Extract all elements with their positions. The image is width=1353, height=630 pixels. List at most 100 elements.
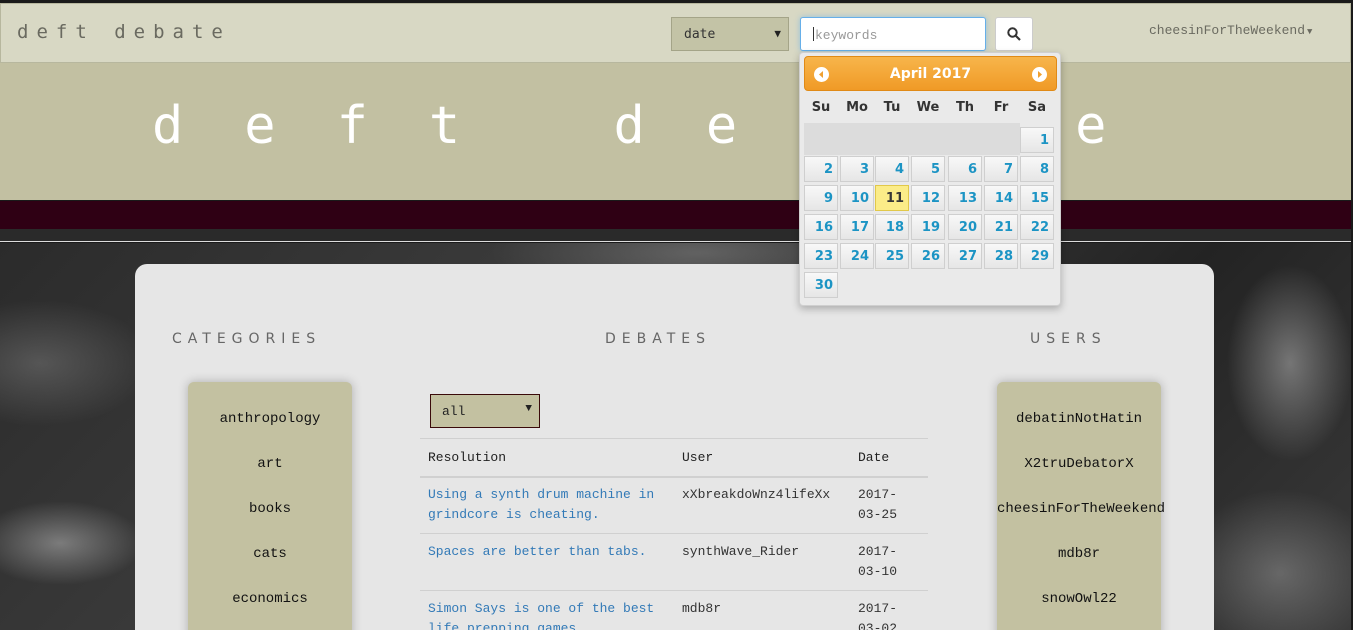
table-rule — [420, 533, 928, 534]
user-item[interactable]: snowOwl22 — [997, 591, 1161, 607]
weekday-label: Th — [955, 100, 975, 115]
header-user: User — [682, 450, 714, 465]
day-cell[interactable]: 12 — [911, 185, 945, 211]
weekday-label: Tu — [883, 100, 901, 115]
day-cell[interactable]: 14 — [984, 185, 1018, 211]
debate-filter-value: all — [442, 404, 466, 419]
row-user: synthWave_Rider — [682, 544, 800, 559]
category-item[interactable]: anthropology — [188, 411, 352, 427]
day-cell[interactable]: 9 — [804, 185, 838, 211]
chevron-down-icon: ▼ — [774, 27, 781, 40]
user-item[interactable]: debatinNotHatin — [997, 411, 1161, 427]
header-resolution: Resolution — [428, 450, 507, 465]
day-cell[interactable]: 10 — [840, 185, 874, 211]
datepicker-popup: April 2017 Su Mo Tu We Th Fr Sa 1 2 3 4 5 6 7 8 9 10 11 12… — [799, 52, 1061, 306]
day-cell[interactable]: 13 — [948, 185, 982, 211]
caret-down-icon: ▼ — [1307, 27, 1313, 37]
weekday-label: Sa — [1027, 100, 1047, 115]
text-cursor — [813, 27, 814, 41]
weekday-label: Mo — [846, 100, 868, 115]
accent-bar — [0, 201, 1351, 229]
datepicker-title: April 2017 — [889, 66, 972, 82]
categories-heading: CATEGORIES — [172, 331, 322, 347]
day-cell[interactable]: 18 — [875, 214, 909, 240]
date-line: 2017- — [858, 544, 898, 559]
category-item[interactable]: books — [188, 501, 352, 517]
day-cell[interactable]: 27 — [948, 243, 982, 269]
user-item[interactable]: mdb8r — [997, 546, 1161, 562]
day-cell[interactable]: 22 — [1020, 214, 1054, 240]
top-navbar: deft debate date ▼ keywords cheesinForTh… — [0, 3, 1351, 63]
user-item[interactable]: cheesinForTheWeekend — [997, 501, 1165, 517]
weekday-label: We — [916, 100, 940, 115]
resolution-line: life prepping games. — [428, 621, 585, 630]
user-menu-dropdown[interactable]: cheesinForTheWeekend ▼ — [1149, 23, 1312, 38]
date-line: 2017- — [858, 601, 898, 616]
search-button[interactable] — [995, 17, 1033, 51]
day-cell[interactable]: 24 — [840, 243, 874, 269]
arrow-right-icon — [1038, 71, 1042, 78]
user-menu-label: cheesinForTheWeekend — [1149, 23, 1306, 38]
resolution-line: grindcore is cheating. — [428, 507, 600, 522]
day-cell[interactable]: 2 — [804, 156, 838, 182]
date-line: 03-02 — [858, 621, 898, 630]
row-date: 2017- 03-02 — [858, 599, 897, 630]
chevron-down-icon: ▼ — [525, 403, 532, 415]
categories-list: anthropology art books cats economics — [188, 382, 352, 630]
day-cell[interactable]: 17 — [840, 214, 874, 240]
day-cell[interactable]: 20 — [948, 214, 982, 240]
row-user: mdb8r — [682, 601, 722, 616]
debate-filter-select[interactable]: all ▼ — [430, 394, 540, 428]
divider-bar — [0, 229, 1351, 242]
weekday-label: Fr — [993, 100, 1009, 115]
datepicker-header: April 2017 — [804, 56, 1057, 91]
search-type-select[interactable]: date ▼ — [671, 17, 789, 51]
empty-week-cells — [804, 123, 1020, 155]
resolution-line: Spaces are better than tabs. — [428, 544, 647, 559]
day-cell[interactable]: 15 — [1020, 185, 1054, 211]
category-item[interactable]: art — [188, 456, 352, 472]
day-cell[interactable]: 21 — [984, 214, 1018, 240]
row-date: 2017- 03-10 — [858, 542, 897, 582]
category-item[interactable]: economics — [188, 591, 352, 607]
header-date: Date — [858, 450, 890, 465]
day-cell[interactable]: 6 — [948, 156, 982, 182]
day-cell[interactable]: 28 — [984, 243, 1018, 269]
date-line: 03-25 — [858, 507, 898, 522]
day-cell[interactable]: 19 — [911, 214, 945, 240]
debates-heading: DEBATES — [605, 331, 712, 347]
day-cell[interactable]: 25 — [875, 243, 909, 269]
users-list: debatinNotHatin X2truDebatorX cheesinFor… — [997, 382, 1165, 630]
search-placeholder: keywords — [815, 28, 878, 43]
resolution-link[interactable]: Spaces are better than tabs. — [428, 542, 646, 562]
search-type-value: date — [684, 27, 716, 42]
brand-logo[interactable]: deft debate — [17, 21, 231, 43]
date-line: 03-10 — [858, 564, 898, 579]
user-item[interactable]: X2truDebatorX — [997, 456, 1161, 472]
day-cell[interactable]: 30 — [804, 272, 838, 298]
resolution-line: Simon Says is one of the best — [428, 601, 655, 616]
resolution-line: Using a synth drum machine in — [428, 487, 655, 502]
day-cell[interactable]: 4 — [875, 156, 909, 182]
resolution-link[interactable]: Using a synth drum machine in grindcore … — [428, 485, 654, 525]
search-input[interactable]: keywords — [800, 17, 986, 51]
weekday-label: Su — [811, 100, 831, 115]
day-cell[interactable]: 26 — [911, 243, 945, 269]
day-cell[interactable]: 16 — [804, 214, 838, 240]
day-cell[interactable]: 5 — [911, 156, 945, 182]
day-cell[interactable]: 1 — [1020, 127, 1054, 153]
date-line: 2017- — [858, 487, 898, 502]
day-cell[interactable]: 8 — [1020, 156, 1054, 182]
day-cell[interactable]: 7 — [984, 156, 1018, 182]
row-date: 2017- 03-25 — [858, 485, 897, 525]
day-cell[interactable]: 3 — [840, 156, 874, 182]
resolution-link[interactable]: Simon Says is one of the best life prepp… — [428, 599, 654, 630]
category-item[interactable]: cats — [188, 546, 352, 562]
day-cell[interactable]: 23 — [804, 243, 838, 269]
day-cell[interactable]: 29 — [1020, 243, 1054, 269]
search-icon — [1007, 27, 1021, 41]
table-rule — [420, 476, 928, 478]
day-cell-today[interactable]: 11 — [875, 185, 909, 211]
next-month-button[interactable] — [1032, 67, 1047, 82]
users-heading: USERS — [1030, 331, 1107, 347]
